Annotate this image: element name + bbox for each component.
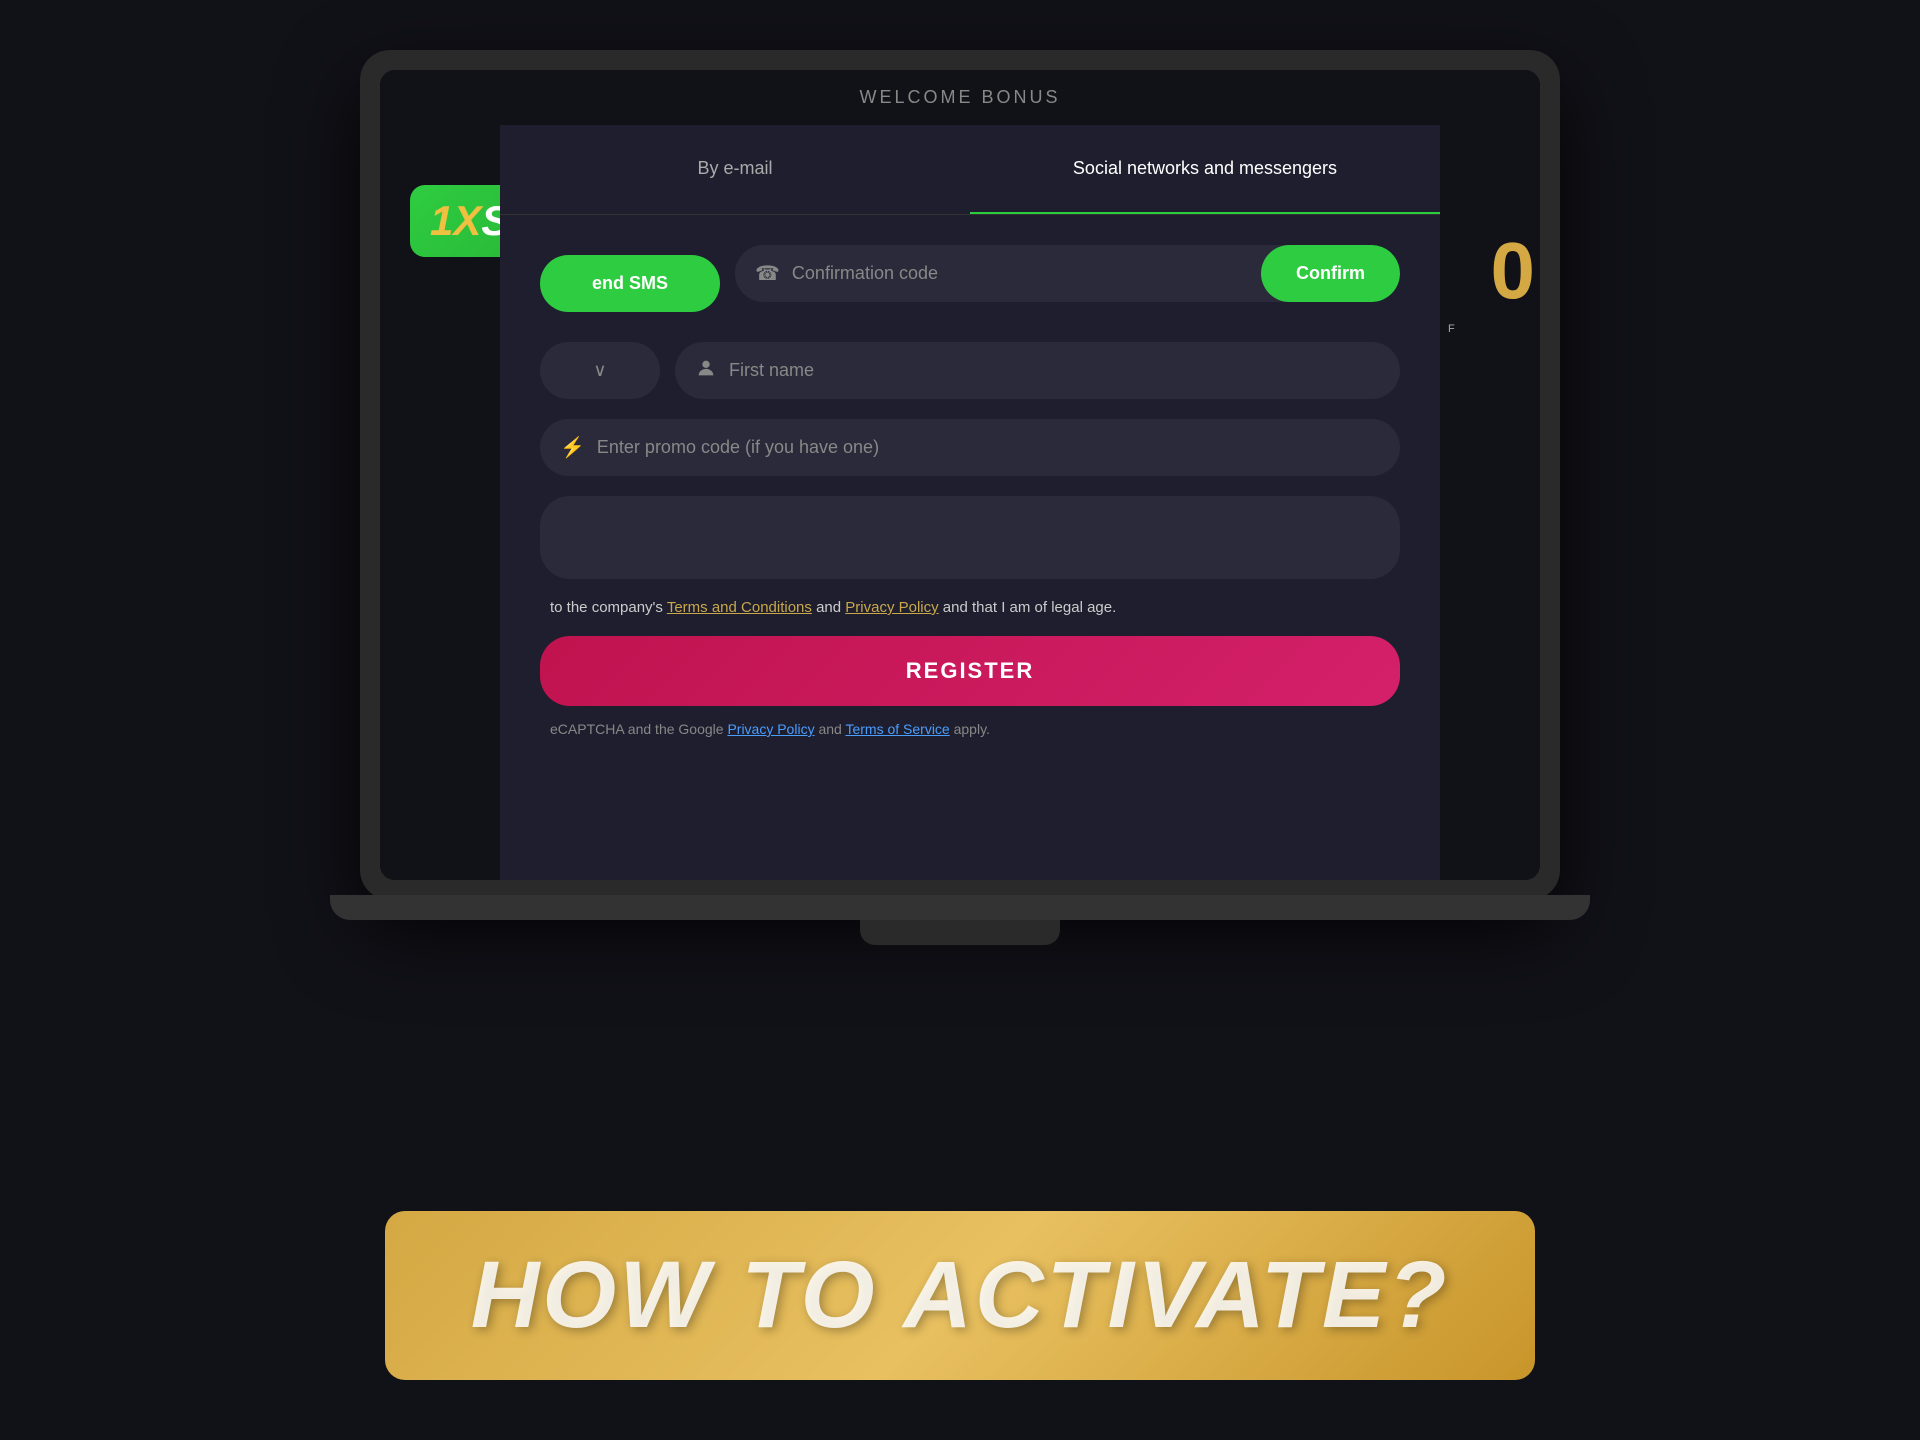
- laptop-frame: WELCOME BONUS 1XSLOTS 0 F By e-ma: [360, 50, 1560, 900]
- welcome-text: WELCOME BONUS: [859, 87, 1060, 108]
- logo-1x: 1X: [430, 197, 481, 244]
- captcha-privacy-link[interactable]: Privacy Policy: [727, 721, 814, 737]
- captcha-text: eCAPTCHA and the Google Privacy Policy a…: [550, 721, 1400, 737]
- tabs-row: By e-mail Social networks and messengers: [500, 125, 1440, 215]
- registration-form: end SMS ☎ Confirm: [500, 215, 1440, 767]
- laptop-bottom: [330, 895, 1590, 920]
- currency-input-wrap: [540, 496, 1400, 579]
- currency-input[interactable]: [565, 514, 1375, 561]
- laptop-screen: WELCOME BONUS 1XSLOTS 0 F By e-ma: [380, 70, 1540, 880]
- captcha-tos-link[interactable]: Terms of Service: [845, 721, 949, 737]
- promo-input[interactable]: [597, 424, 1380, 471]
- promo-row: ⚡: [540, 419, 1400, 476]
- privacy-policy-link[interactable]: Privacy Policy: [845, 599, 938, 616]
- chevron-down-icon: ∨: [593, 360, 606, 381]
- banner-text: HOW TO ACTIVATE?: [471, 1241, 1450, 1350]
- register-button[interactable]: REGISTER: [540, 636, 1400, 706]
- bottom-banner: HOW TO ACTIVATE?: [385, 1211, 1535, 1380]
- welcome-bar: WELCOME BONUS: [380, 70, 1540, 125]
- laptop-stand: [860, 920, 1060, 945]
- confirm-button[interactable]: Confirm: [1261, 245, 1400, 302]
- first-name-input[interactable]: [729, 347, 1380, 394]
- sms-row: end SMS ☎ Confirm: [540, 245, 1400, 322]
- first-name-group: [675, 342, 1400, 399]
- terms-conditions-link[interactable]: Terms and Conditions: [667, 599, 812, 616]
- confirmation-row: ☎ Confirm: [735, 245, 1400, 302]
- terms-text: to the company's Terms and Conditions an…: [550, 599, 1400, 616]
- right-number: 0: [1440, 225, 1540, 317]
- confirmation-code-input[interactable]: [792, 250, 1241, 297]
- registration-modal: By e-mail Social networks and messengers…: [500, 125, 1440, 880]
- dropdown-button[interactable]: ∨: [540, 342, 660, 399]
- lightning-icon: ⚡: [560, 435, 585, 460]
- promo-group: ⚡: [540, 419, 1400, 476]
- person-icon: [695, 357, 717, 385]
- name-row: ∨: [540, 342, 1400, 399]
- right-panel: 0 F: [1440, 125, 1540, 880]
- phone-icon: ☎: [755, 261, 780, 286]
- left-panel: 1XSLOTS: [380, 125, 500, 880]
- tab-social[interactable]: Social networks and messengers: [970, 125, 1440, 214]
- send-sms-button[interactable]: end SMS: [540, 255, 720, 312]
- confirmation-input-wrap: ☎: [735, 245, 1261, 302]
- right-label: F: [1443, 320, 1537, 338]
- tab-email[interactable]: By e-mail: [500, 125, 970, 214]
- currency-row: [540, 496, 1400, 579]
